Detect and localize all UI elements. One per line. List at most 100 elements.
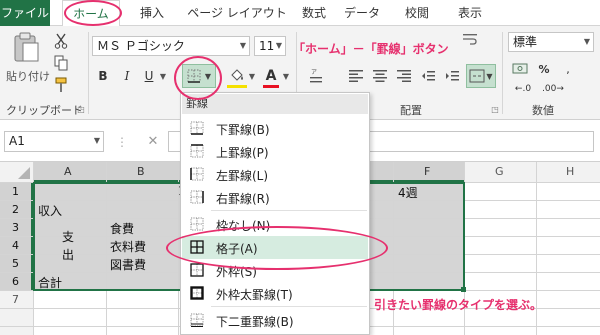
chevron-down-icon: ▼ xyxy=(239,41,246,50)
tab-insert[interactable]: 挿入 xyxy=(132,0,172,26)
tab-page-layout[interactable]: ページ レイアウト xyxy=(182,0,292,26)
cell-b3-value[interactable]: 食費 xyxy=(110,220,134,237)
cell-a4-value[interactable]: 出 xyxy=(62,246,74,263)
no-border-icon xyxy=(190,217,204,231)
svg-text:ア: ア xyxy=(311,69,317,76)
thick-box-border-icon xyxy=(190,286,204,300)
column-header-h[interactable]: H xyxy=(566,165,574,178)
column-header-a[interactable]: A xyxy=(64,165,72,178)
border-right-icon xyxy=(190,190,204,204)
border-top-icon xyxy=(190,144,204,158)
font-name-combo[interactable]: ＭＳ Ｐゴシック ▼ xyxy=(92,36,250,56)
menu-item-label: 左罫線(L) xyxy=(216,169,269,183)
dialog-launcher-icon[interactable]: ◳ xyxy=(76,104,86,114)
cell-a6-value[interactable]: 合計 xyxy=(38,274,62,291)
row-header-2[interactable]: 2 xyxy=(12,203,19,216)
menu-separator xyxy=(211,306,367,307)
phonetic-guide-icon[interactable]: ア xyxy=(308,67,324,85)
increase-decimal-icon[interactable]: ←.0 xyxy=(510,80,536,98)
copy-icon[interactable] xyxy=(52,54,70,72)
wrap-text-icon[interactable] xyxy=(462,32,478,48)
font-size-value: 11 xyxy=(259,39,275,53)
cell-f1-value[interactable]: 4週 xyxy=(398,184,418,201)
menu-item-label: 下二重罫線(B) xyxy=(216,315,294,329)
menu-item-bottom-double-border[interactable]: 下二重罫線(B) xyxy=(182,309,368,332)
comma-style-icon[interactable]: , xyxy=(558,60,578,78)
row-header-6[interactable]: 6 xyxy=(12,275,19,288)
column-header-b[interactable]: B xyxy=(137,165,145,178)
format-painter-icon[interactable] xyxy=(52,76,70,94)
currency-format-icon[interactable] xyxy=(510,60,530,78)
menu-item-thick-box-border[interactable]: 外枠太罫線(T) xyxy=(182,282,368,305)
font-color-letter: A xyxy=(265,68,277,84)
number-group-label: 数値 xyxy=(532,104,554,117)
formula-bar-grip-icon: ⋮ xyxy=(116,135,128,149)
annotation-text-top: 「ホーム」－「罫線」ボタン xyxy=(293,42,449,56)
cell-b4-value[interactable]: 衣料費 xyxy=(110,238,146,255)
paste-icon[interactable] xyxy=(8,30,44,64)
row-header-3[interactable]: 3 xyxy=(12,221,19,234)
chevron-down-icon[interactable]: ▼ xyxy=(158,71,168,81)
menu-separator xyxy=(211,210,367,211)
tab-formulas[interactable]: 数式 xyxy=(293,0,335,26)
cell-a2-value[interactable]: 収入 xyxy=(38,202,62,219)
column-header-g[interactable]: G xyxy=(495,165,504,178)
increase-indent-icon[interactable] xyxy=(444,68,460,84)
cell-a3-value[interactable]: 支 xyxy=(62,228,74,245)
chevron-down-icon: ▼ xyxy=(583,37,590,46)
percent-style-icon[interactable]: % xyxy=(534,60,554,78)
menu-item-top-border[interactable]: 上罫線(P) xyxy=(182,140,368,163)
chevron-down-icon[interactable]: ▼ xyxy=(248,71,256,81)
row-header-7[interactable]: 7 xyxy=(12,293,19,306)
dialog-launcher-icon[interactable]: ◳ xyxy=(490,104,500,114)
border-bottom-icon xyxy=(190,121,204,135)
chevron-down-icon: ▼ xyxy=(275,41,282,50)
font-color-button[interactable]: A xyxy=(262,64,280,88)
chevron-down-icon: ▼ xyxy=(93,136,100,145)
menu-item-label: 下罫線(B) xyxy=(216,123,270,137)
border-left-icon xyxy=(190,167,204,181)
tab-data[interactable]: データ xyxy=(340,0,384,26)
row-header-4[interactable]: 4 xyxy=(12,239,19,252)
borders-dropdown-menu: 罫線 下罫線(B) 上罫線(P) 左罫線(L) 右罫線(R) 枠なし(N) 格子… xyxy=(180,92,370,335)
decrease-decimal-icon[interactable]: .00→ xyxy=(540,80,566,98)
tab-view[interactable]: 表示 xyxy=(448,0,492,26)
font-color-swatch xyxy=(263,85,279,88)
name-box-value: A1 xyxy=(9,134,25,148)
highlight-color-swatch xyxy=(227,85,247,88)
align-right-icon[interactable] xyxy=(396,68,412,84)
number-format-combo[interactable]: 標準 ▼ xyxy=(508,32,594,52)
annotation-circle-home-tab xyxy=(64,0,122,26)
row-header-5[interactable]: 5 xyxy=(12,257,19,270)
decrease-indent-icon[interactable] xyxy=(420,68,436,84)
align-center-icon[interactable] xyxy=(372,68,388,84)
name-box[interactable]: A1 ▼ xyxy=(4,131,104,152)
bold-button[interactable]: B xyxy=(96,67,110,85)
tab-review[interactable]: 校閲 xyxy=(395,0,439,26)
cut-icon[interactable] xyxy=(52,32,70,50)
italic-button[interactable]: I xyxy=(120,67,134,85)
cancel-icon[interactable]: ✕ xyxy=(144,132,162,150)
bottom-double-border-icon xyxy=(190,313,204,327)
row-header-1[interactable]: 1 xyxy=(12,185,19,198)
tab-file[interactable]: ファイル xyxy=(0,0,50,26)
outside-borders-icon xyxy=(190,263,204,277)
menu-item-right-border[interactable]: 右罫線(R) xyxy=(182,186,368,209)
column-header-f[interactable]: F xyxy=(424,165,430,178)
menu-item-label: 右罫線(R) xyxy=(216,192,270,206)
chevron-down-icon[interactable]: ▼ xyxy=(282,71,290,81)
underline-button[interactable]: U xyxy=(142,67,156,85)
cell-b5-value[interactable]: 図書費 xyxy=(110,256,146,273)
menu-item-label: 外枠太罫線(T) xyxy=(216,288,293,302)
paint-bucket-icon xyxy=(231,69,243,81)
font-size-combo[interactable]: 11 ▼ xyxy=(254,36,286,56)
menu-item-bottom-border[interactable]: 下罫線(B) xyxy=(182,117,368,140)
alignment-group-label: 配置 xyxy=(400,104,422,117)
paste-label[interactable]: 貼り付け xyxy=(6,68,50,84)
merge-center-button[interactable]: ▼ xyxy=(466,64,496,88)
annotation-text-bottom: 引きたい罫線のタイプを選ぶ。 xyxy=(374,298,543,312)
menu-item-left-border[interactable]: 左罫線(L) xyxy=(182,163,368,186)
ribbon-separator xyxy=(88,32,89,114)
align-left-icon[interactable] xyxy=(348,68,364,84)
fill-color-button[interactable] xyxy=(226,64,248,88)
